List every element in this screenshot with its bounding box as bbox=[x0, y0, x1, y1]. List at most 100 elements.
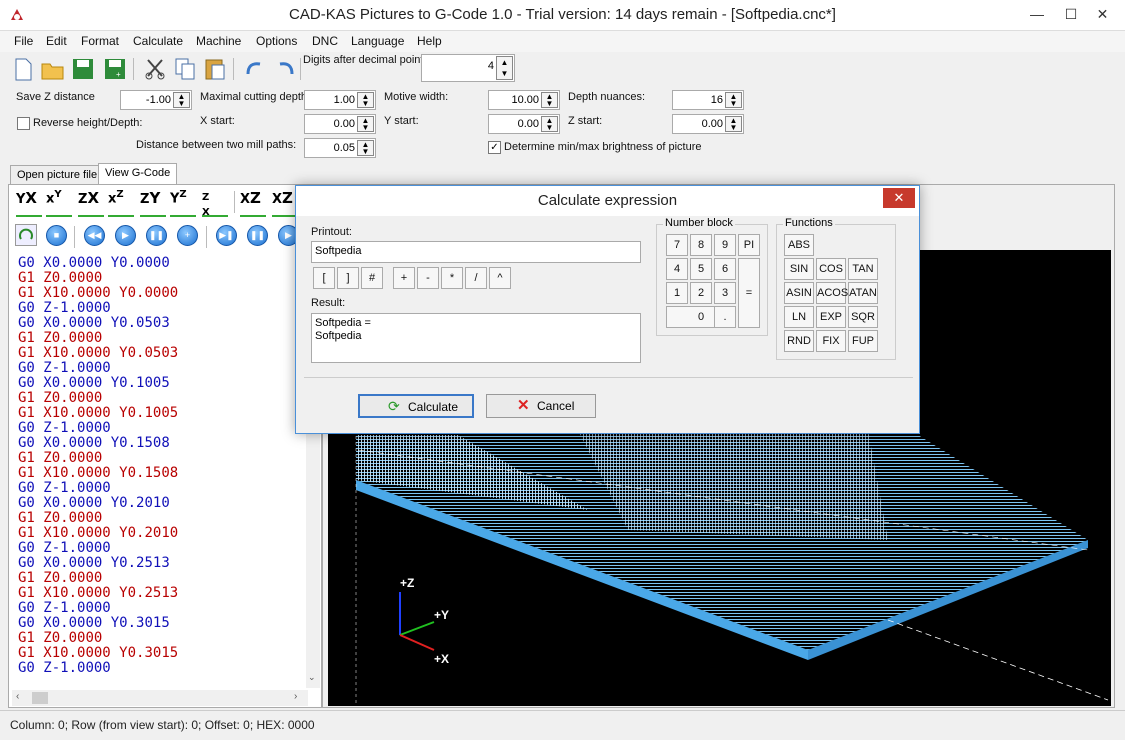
scroll-thumb[interactable] bbox=[32, 692, 48, 704]
scroll-right-icon[interactable]: › bbox=[294, 691, 297, 702]
view-zx-button[interactable]: ZX bbox=[78, 189, 104, 217]
tab-view-gcode[interactable]: View G-Code bbox=[98, 163, 178, 185]
menu-options[interactable]: Options bbox=[256, 34, 297, 48]
calculate-button[interactable]: ⟳ Calculate bbox=[358, 394, 474, 418]
op-button[interactable]: ] bbox=[337, 267, 359, 289]
scroll-down-icon[interactable]: ⌄ bbox=[308, 672, 316, 683]
num-key[interactable]: 1 bbox=[666, 282, 688, 304]
printout-input[interactable]: Softpedia bbox=[311, 241, 641, 263]
num-key[interactable]: 2 bbox=[690, 282, 712, 304]
function-key[interactable]: FIX bbox=[816, 330, 846, 352]
gcode-line[interactable]: G1 Z0.0000 bbox=[18, 451, 308, 466]
gcode-line[interactable]: G0 X0.0000 Y0.1508 bbox=[18, 436, 308, 451]
num-key[interactable]: 5 bbox=[690, 258, 712, 280]
xstart-spinner[interactable]: 0.00 ▲ ▼ bbox=[304, 114, 376, 134]
op-button[interactable]: # bbox=[361, 267, 383, 289]
stop-icon[interactable]: ■ bbox=[46, 225, 67, 246]
op-button[interactable]: + bbox=[393, 267, 415, 289]
view-zx-iso-button[interactable]: ZX bbox=[202, 189, 228, 218]
num-key[interactable]: 3 bbox=[714, 282, 736, 304]
pause2-icon[interactable]: ❚❚ bbox=[247, 225, 268, 246]
maxcut-spinner[interactable]: 1.00 ▲ ▼ bbox=[304, 90, 376, 110]
function-key[interactable]: ASIN bbox=[784, 282, 814, 304]
gcode-line[interactable]: G1 Z0.0000 bbox=[18, 571, 308, 586]
op-button[interactable]: ^ bbox=[489, 267, 511, 289]
gcode-line[interactable]: G1 X10.0000 Y0.1005 bbox=[18, 406, 308, 421]
refresh-icon[interactable] bbox=[15, 224, 37, 246]
gcode-line[interactable]: G0 Z-1.0000 bbox=[18, 361, 308, 376]
gcode-line[interactable]: G0 Z-1.0000 bbox=[18, 481, 308, 496]
gcode-line[interactable]: G1 Z0.0000 bbox=[18, 511, 308, 526]
horizontal-scrollbar[interactable]: ‹ › bbox=[12, 690, 308, 706]
digits-spinner[interactable]: 4 ▲ ▼ bbox=[421, 54, 515, 82]
view-xy-button[interactable]: xY bbox=[46, 189, 72, 217]
ystart-spinner[interactable]: 0.00 ▲ ▼ bbox=[488, 114, 560, 134]
num-key[interactable]: 6 bbox=[714, 258, 736, 280]
function-key[interactable]: LN bbox=[784, 306, 814, 328]
tab-open-picture[interactable]: Open picture file bbox=[10, 165, 105, 185]
zstart-spinner[interactable]: 0.00 ▲ ▼ bbox=[672, 114, 744, 134]
function-key[interactable]: SQR bbox=[848, 306, 878, 328]
cancel-button[interactable]: ✕ Cancel bbox=[486, 394, 596, 418]
depthn-spinner[interactable]: 16 ▲ ▼ bbox=[672, 90, 744, 110]
view-xz-button[interactable]: xZ bbox=[108, 189, 134, 217]
view-zy-button[interactable]: ZY bbox=[140, 189, 166, 217]
gcode-line[interactable]: G0 X0.0000 Y0.2010 bbox=[18, 496, 308, 511]
op-button[interactable]: - bbox=[417, 267, 439, 289]
function-key[interactable]: COS bbox=[816, 258, 846, 280]
function-key[interactable]: TAN bbox=[848, 258, 878, 280]
function-key[interactable]: ABS bbox=[784, 234, 814, 256]
save-icon[interactable] bbox=[70, 56, 96, 82]
gcode-line[interactable]: G0 Z-1.0000 bbox=[18, 421, 308, 436]
gcode-line[interactable]: G0 X0.0000 Y0.0503 bbox=[18, 316, 308, 331]
gcode-line[interactable]: G1 X10.0000 Y0.2010 bbox=[18, 526, 308, 541]
new-file-icon[interactable] bbox=[10, 56, 36, 82]
open-folder-icon[interactable] bbox=[40, 56, 66, 82]
step-icon[interactable]: + bbox=[177, 225, 198, 246]
num-key[interactable]: 8 bbox=[690, 234, 712, 256]
menu-edit[interactable]: Edit bbox=[46, 34, 67, 48]
num-key[interactable]: . bbox=[714, 306, 736, 328]
motive-spinner[interactable]: 10.00 ▲ ▼ bbox=[488, 90, 560, 110]
copy-icon[interactable] bbox=[172, 56, 198, 82]
num-key[interactable]: PI bbox=[738, 234, 760, 256]
menu-calculate[interactable]: Calculate bbox=[133, 34, 183, 48]
gcode-line[interactable]: G0 Z-1.0000 bbox=[18, 601, 308, 616]
function-key[interactable]: SIN bbox=[784, 258, 814, 280]
gcode-line[interactable]: G0 X0.0000 Y0.0000 bbox=[18, 256, 308, 271]
gcode-listing[interactable]: G0 X0.0000 Y0.0000 G1 Z0.0000 G1 X10.0000 … bbox=[18, 256, 308, 680]
num-key[interactable]: 4 bbox=[666, 258, 688, 280]
gcode-line[interactable]: G0 Z-1.0000 bbox=[18, 661, 308, 676]
rewind-icon[interactable]: ◀◀ bbox=[84, 225, 105, 246]
function-key[interactable]: FUP bbox=[848, 330, 878, 352]
gcode-line[interactable]: G0 Z-1.0000 bbox=[18, 301, 308, 316]
menu-dnc[interactable]: DNC bbox=[312, 34, 338, 48]
gcode-line[interactable]: G1 Z0.0000 bbox=[18, 271, 308, 286]
gcode-line[interactable]: G1 X10.0000 Y0.3015 bbox=[18, 646, 308, 661]
redo-icon[interactable] bbox=[272, 56, 298, 82]
save-as-icon[interactable]: + bbox=[102, 56, 128, 82]
num-key[interactable]: = bbox=[738, 258, 760, 328]
distance-spinner[interactable]: 0.05 ▲ ▼ bbox=[304, 138, 376, 158]
function-key[interactable]: EXP bbox=[816, 306, 846, 328]
determine-checkbox[interactable]: ✓ bbox=[488, 141, 501, 154]
gcode-line[interactable]: G1 X10.0000 Y0.2513 bbox=[18, 586, 308, 601]
gcode-line[interactable]: G1 Z0.0000 bbox=[18, 631, 308, 646]
scroll-left-icon[interactable]: ‹ bbox=[16, 691, 19, 702]
view-xz2-button[interactable]: XZ bbox=[240, 189, 266, 217]
view-yx-button[interactable]: YX bbox=[16, 189, 42, 217]
gcode-line[interactable]: G1 X10.0000 Y0.0000 bbox=[18, 286, 308, 301]
view-yz-button[interactable]: YZ bbox=[170, 189, 196, 217]
gcode-line[interactable]: G0 X0.0000 Y0.3015 bbox=[18, 616, 308, 631]
gcode-line[interactable]: G0 X0.0000 Y0.1005 bbox=[18, 376, 308, 391]
gcode-line[interactable]: G1 X10.0000 Y0.0503 bbox=[18, 346, 308, 361]
paste-icon[interactable] bbox=[202, 56, 228, 82]
undo-icon[interactable] bbox=[242, 56, 268, 82]
menu-format[interactable]: Format bbox=[81, 34, 119, 48]
gcode-line[interactable]: G0 X0.0000 Y0.2513 bbox=[18, 556, 308, 571]
skip-end-icon[interactable]: ▶❚ bbox=[216, 225, 237, 246]
gcode-line[interactable]: G1 Z0.0000 bbox=[18, 331, 308, 346]
num-key[interactable]: 9 bbox=[714, 234, 736, 256]
dialog-close-button[interactable]: ✕ bbox=[883, 188, 915, 208]
op-button[interactable]: / bbox=[465, 267, 487, 289]
